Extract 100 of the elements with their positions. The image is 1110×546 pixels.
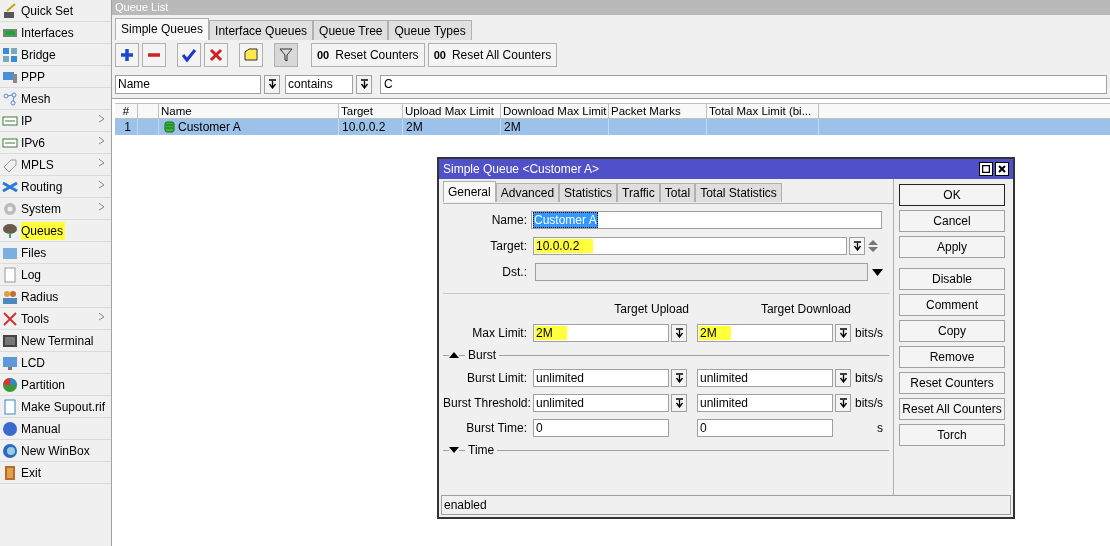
menu-item[interactable]: Radius [0,286,111,308]
dialog-button[interactable]: Apply [899,236,1005,258]
status-bar: enabled [441,495,1011,515]
dialog-button[interactable]: Disable [899,268,1005,290]
bridge-icon [2,46,18,63]
menu-item[interactable]: MPLS [0,154,111,176]
dialog-button[interactable]: Remove [899,346,1005,368]
remove-button[interactable] [142,43,166,67]
tab[interactable]: Queue Tree [313,20,389,40]
dropdown-button[interactable] [671,323,687,342]
menu-item[interactable]: Tools [0,308,111,330]
dropdown-arrow-icon [267,79,277,89]
table-cell: 2M [406,119,423,135]
table-row[interactable]: 1 Customer A 10.0.0.2 2M 2M [115,119,1110,135]
input-field[interactable]: 2M [697,323,833,342]
dropdown-button[interactable] [849,237,865,255]
dialog-button[interactable]: Torch [899,424,1005,446]
menu-item[interactable]: Exit [0,462,111,484]
menu-item[interactable]: Quick Set [0,0,111,22]
comment-button[interactable] [239,43,263,67]
dialog-button[interactable]: Cancel [899,210,1005,232]
dropdown-arrow-icon [674,372,684,383]
collapse-arrow-icon[interactable] [449,352,459,358]
column-header[interactable]: Total Max Limit (bi... [707,104,819,118]
dropdown-button[interactable] [671,393,687,412]
tab[interactable]: Simple Queues [115,18,210,40]
note-icon [243,47,259,63]
input-field[interactable]: unlimited [533,368,669,387]
dropdown-button[interactable] [835,393,851,412]
menu-item[interactable]: Bridge [0,44,111,66]
dialog-button[interactable]: OK [899,184,1005,206]
menu-item[interactable]: Interfaces [0,22,111,44]
add-button[interactable] [115,43,139,67]
dropdown-button[interactable] [264,74,280,94]
tab[interactable]: Advanced [495,183,560,202]
dropdown-button[interactable] [835,323,851,342]
input-field[interactable]: 10.0.0.2 [533,237,847,255]
dropdown-arrow-icon [674,327,684,338]
section-label[interactable]: Burst [465,346,499,364]
close-button[interactable] [995,162,1009,176]
menu-item[interactable]: Manual [0,418,111,440]
column-header[interactable]: Upload Max Limit [403,104,501,118]
reset-button[interactable]: 00 Reset All Counters [427,43,558,67]
dropdown-button[interactable] [835,368,851,387]
input-field[interactable]: unlimited [533,393,669,412]
column-header[interactable]: # [115,104,138,118]
operator-select[interactable]: contains [285,74,353,94]
expand-arrow-icon[interactable] [449,447,459,453]
menu-item[interactable]: Queues [0,220,111,242]
menu-item[interactable]: Files [0,242,111,264]
input-field[interactable]: unlimited [697,368,833,387]
dropdown-button[interactable] [356,74,372,94]
menu-item[interactable]: Routing [0,176,111,198]
menu-item[interactable]: IP [0,110,111,132]
disable-button[interactable] [204,43,228,67]
maximize-button[interactable] [979,162,993,176]
menu-item[interactable]: Partition [0,374,111,396]
tab[interactable]: Interface Queues [209,20,314,40]
menu-item[interactable]: New Terminal [0,330,111,352]
maximize-icon [982,165,990,173]
tab[interactable]: Statistics [559,183,618,202]
column-header[interactable]: Target [339,104,403,118]
field-label: Dst.: [501,264,528,281]
column-header[interactable]: Download Max Limit [501,104,609,118]
input-field[interactable]: unlimited [697,393,833,412]
reset-button[interactable]: 00 Reset Counters [311,43,425,67]
column-header[interactable]: Name [159,104,339,118]
tab[interactable]: Total Statistics [695,183,782,202]
tab[interactable]: Total [659,183,696,202]
filter-field-select[interactable]: Name [115,74,261,94]
menu-item[interactable]: System [0,198,111,220]
column-header: Target Upload [613,301,689,318]
menu-item[interactable]: Make Supout.rif [0,396,111,418]
tab[interactable]: Queue Types [388,20,472,40]
dropdown-button[interactable] [671,368,687,387]
input-field[interactable]: 0 [533,418,669,437]
menu-item[interactable]: Log [0,264,111,286]
tab[interactable]: General [443,181,496,202]
menu-item[interactable]: IPv6 [0,132,111,154]
filter-button[interactable] [274,43,298,67]
dialog-button[interactable]: Reset All Counters [899,398,1005,420]
field-label: Name: [490,212,528,229]
menu-item[interactable]: PPP [0,66,111,88]
input-field[interactable]: 0 [697,418,833,437]
unit-label: bits/s [854,394,883,412]
pie-chart-icon [2,376,18,393]
dropdown-arrow-icon [838,397,848,408]
menu-item[interactable]: New WinBox [0,440,111,462]
dialog-button[interactable]: Comment [899,294,1005,316]
menu-item[interactable]: Mesh [0,88,111,110]
menu-item[interactable]: LCD [0,352,111,374]
section-label[interactable]: Time [465,441,498,459]
input-field[interactable]: 2M [533,323,669,342]
dialog-button[interactable]: Reset Counters [899,372,1005,394]
dialog-button[interactable]: Copy [899,320,1005,342]
enable-button[interactable] [177,43,201,67]
filter-input[interactable]: C [380,74,1107,94]
column-header[interactable]: Packet Marks [609,104,707,118]
tab[interactable]: Traffic [617,183,660,202]
window-title: Simple Queue <Customer A> [443,161,600,178]
